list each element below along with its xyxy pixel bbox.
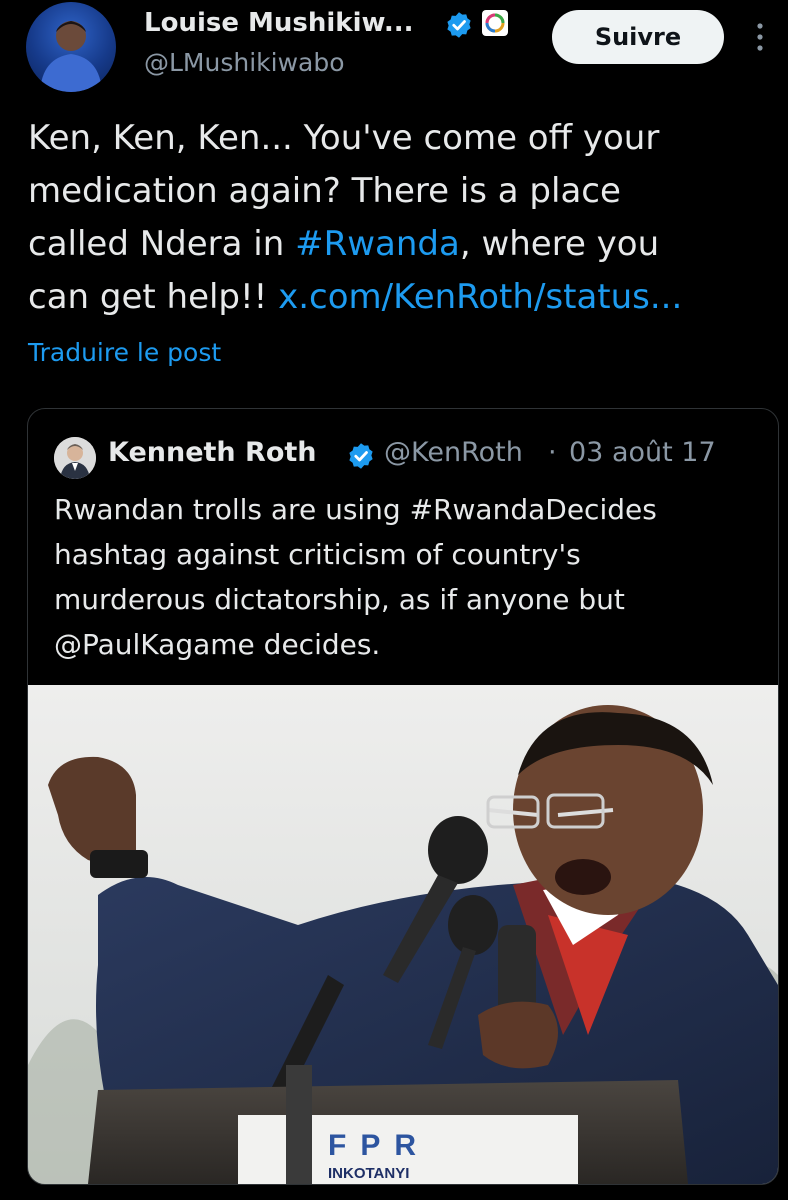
verified-check-icon: [349, 443, 373, 469]
affiliation-badge-icon[interactable]: [482, 10, 508, 36]
author-handle[interactable]: @LMushikiwabo: [144, 48, 345, 77]
post-text-line: can get help!! x.com/KenRoth/status...: [28, 271, 768, 324]
follow-button[interactable]: Suivre: [552, 10, 724, 64]
quote-author-handle[interactable]: @KenRoth: [384, 437, 523, 468]
podium-sign: FPR INKOTANYI: [238, 1121, 578, 1183]
post-text-line: called Ndera in #Rwanda, where you: [28, 218, 768, 271]
quote-photo[interactable]: FPR INKOTANYI: [28, 685, 778, 1184]
quote-author-avatar[interactable]: [54, 437, 96, 479]
author-name[interactable]: Louise Mushikiw...: [144, 8, 413, 38]
post-text-segment: , where you: [459, 224, 660, 264]
quote-date[interactable]: 03 août 17: [569, 437, 716, 468]
post-text-segment: called Ndera in: [28, 224, 296, 264]
quote-text-line: @PaulKagame decides.: [54, 628, 381, 661]
podium-text-main: FPR: [328, 1129, 430, 1162]
post-text-segment: can get help!!: [28, 277, 279, 317]
quoted-post-card[interactable]: Kenneth Roth @KenRoth · 03 août 17 Rwand…: [27, 408, 779, 1185]
quote-text-line: murderous dictatorship, as if anyone but: [54, 583, 625, 616]
quote-author-name[interactable]: Kenneth Roth: [108, 437, 317, 468]
verified-check-icon: [447, 12, 471, 38]
podium-text-sub: INKOTANYI: [328, 1165, 410, 1182]
translate-post-link[interactable]: Traduire le post: [28, 338, 221, 367]
post-text-line: medication again? There is a place: [28, 171, 621, 211]
hashtag-link[interactable]: #Rwanda: [295, 224, 460, 264]
author-avatar[interactable]: [26, 2, 116, 92]
separator-dot: ·: [548, 437, 557, 468]
quote-text: Rwandan trolls are using #RwandaDecides …: [54, 487, 764, 667]
post-text-line: Ken, Ken, Ken... You've come off your: [28, 118, 660, 158]
quote-text-line: hashtag against criticism of country's: [54, 538, 581, 571]
url-link[interactable]: x.com/KenRoth/status...: [278, 277, 682, 317]
more-vertical-icon[interactable]: [752, 20, 768, 54]
post-text: Ken, Ken, Ken... You've come off your me…: [28, 112, 768, 324]
quote-text-line: Rwandan trolls are using #RwandaDecides: [54, 493, 657, 526]
